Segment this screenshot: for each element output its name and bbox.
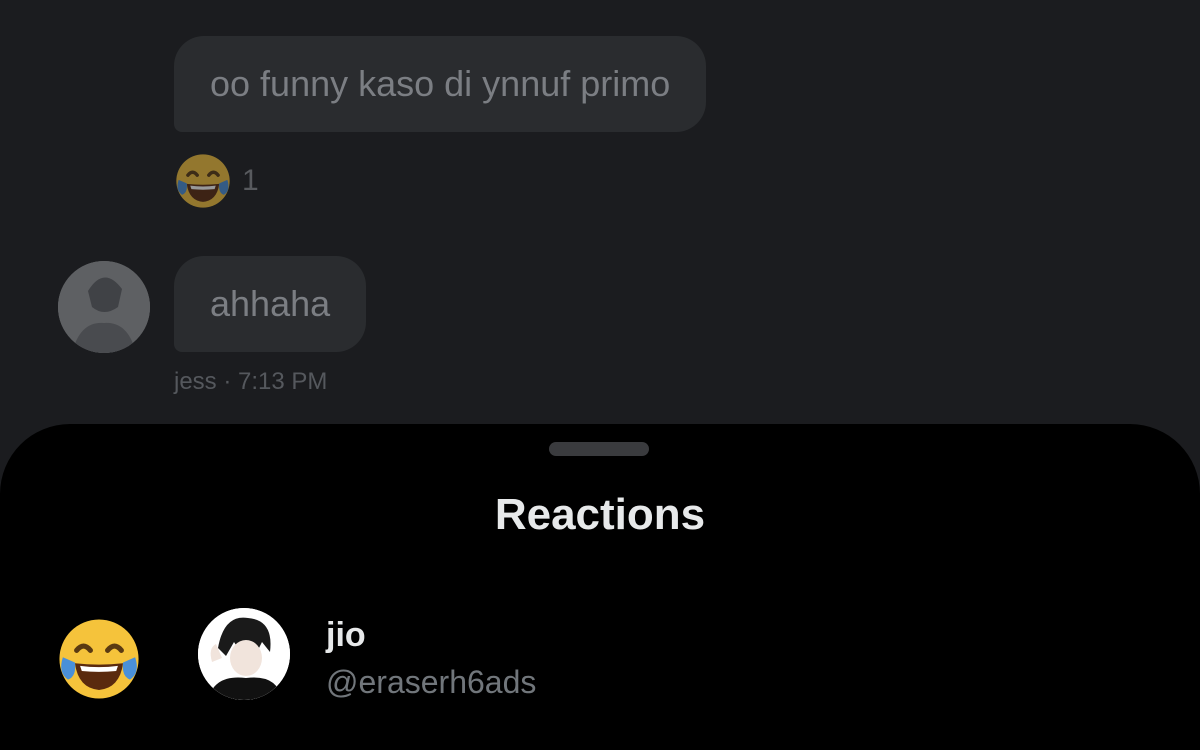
face-with-tears-of-joy-icon xyxy=(174,152,232,210)
chat-thread: oo funny kaso di ynnuf primo 1 ahhaha je… xyxy=(0,0,1200,430)
reactions-sheet: Reactions jio @eraserh6ads xyxy=(0,424,1200,750)
user-name: jio xyxy=(326,616,366,654)
message-bubble[interactable]: ahhaha xyxy=(174,256,367,352)
message-text: ahhaha xyxy=(210,283,331,324)
message-text: oo funny kaso di ynnuf primo xyxy=(210,63,671,104)
message-bubble[interactable]: oo funny kaso di ynnuf primo xyxy=(174,36,707,132)
avatar[interactable] xyxy=(58,261,150,353)
face-with-tears-of-joy-icon xyxy=(56,616,142,707)
sheet-drag-handle[interactable] xyxy=(549,442,649,456)
reaction-count: 1 xyxy=(242,164,259,197)
message-meta: jess · 7:13 PM xyxy=(174,368,328,395)
user-handle: @eraserh6ads xyxy=(326,664,537,700)
reaction-chip[interactable]: 1 xyxy=(174,152,259,210)
reaction-list-item[interactable]: jio @eraserh6ads xyxy=(0,602,1200,712)
sheet-title: Reactions xyxy=(494,490,706,539)
avatar[interactable] xyxy=(198,608,290,700)
